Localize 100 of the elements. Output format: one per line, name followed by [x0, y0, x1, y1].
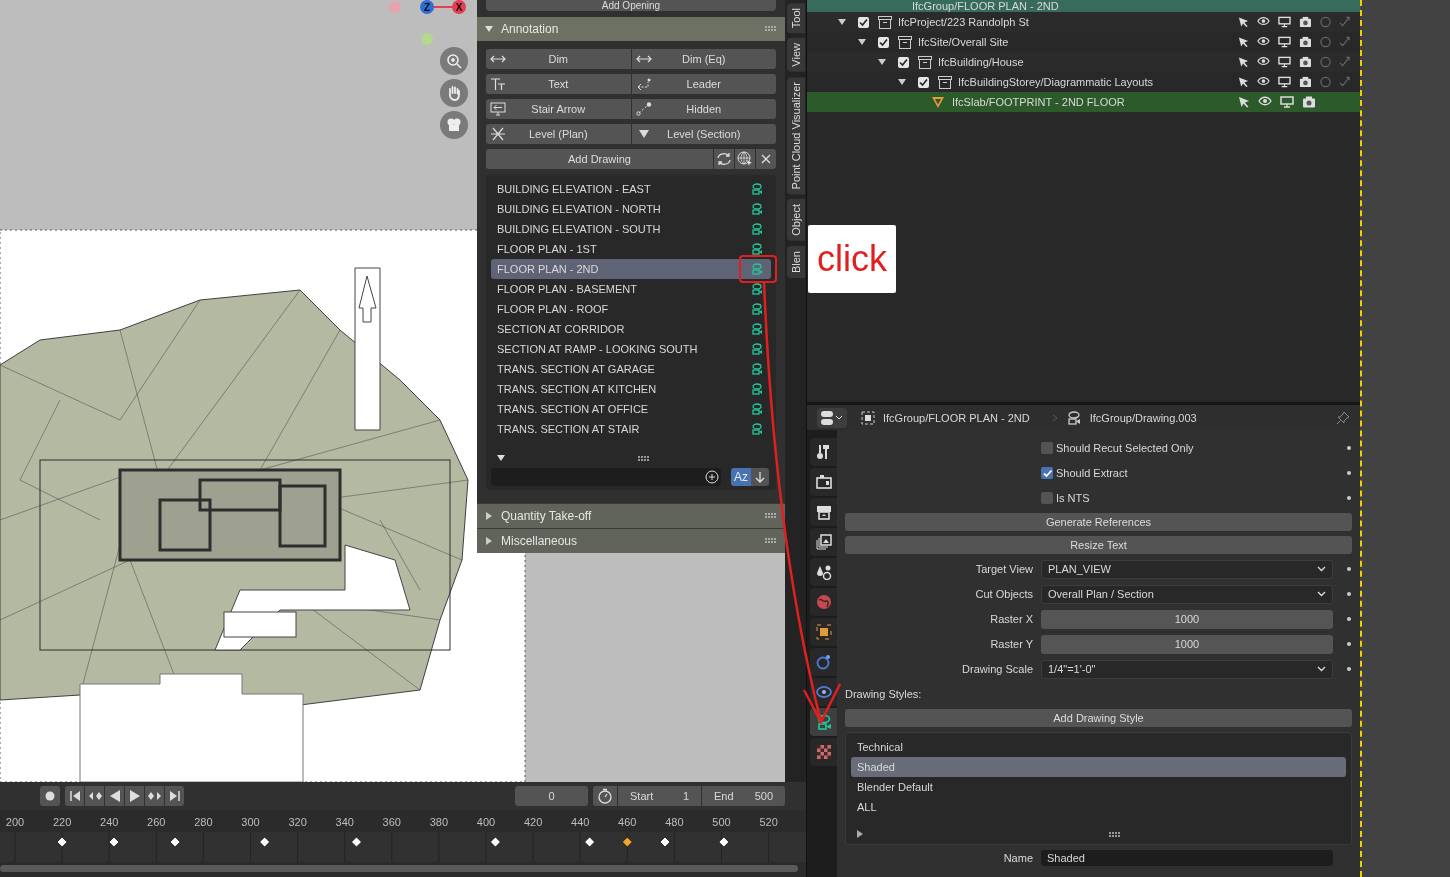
drawing-list-item[interactable]: TRANS. SECTION AT KITCHEN: [491, 379, 771, 399]
drawing-style-item[interactable]: ALL: [851, 797, 1346, 817]
close-button[interactable]: [756, 149, 776, 169]
properties-tab[interactable]: [810, 528, 837, 556]
circle-icon[interactable]: [1319, 16, 1331, 28]
expand-triangle-icon[interactable]: [858, 38, 866, 46]
properties-tab[interactable]: [810, 618, 837, 646]
dropdown[interactable]: 1/4"=1'-0": [1041, 659, 1333, 679]
record-button[interactable]: [40, 786, 60, 806]
checkbox[interactable]: [918, 76, 929, 88]
cursor-icon[interactable]: [1238, 56, 1250, 68]
properties-tab[interactable]: [810, 438, 837, 466]
checkmark-icon[interactable]: [1338, 76, 1350, 88]
drawing-list-item[interactable]: SECTION AT RAMP - LOOKING SOUTH: [491, 339, 771, 359]
number-field[interactable]: 1000: [1041, 609, 1333, 629]
grip-icon[interactable]: [765, 26, 777, 32]
animate-dot[interactable]: [1347, 642, 1351, 646]
name-field[interactable]: Shaded: [1041, 850, 1333, 866]
panel-header[interactable]: Annotation: [477, 17, 785, 41]
sidebar-tab[interactable]: Blen: [786, 246, 805, 279]
eye-icon[interactable]: [1257, 76, 1270, 86]
checkbox[interactable]: [1041, 442, 1053, 454]
action-button[interactable]: Resize Text: [845, 536, 1352, 554]
monitor-icon[interactable]: [1280, 96, 1294, 108]
viewport[interactable]: [0, 0, 806, 782]
grip-icon[interactable]: [765, 538, 777, 544]
axis-dot[interactable]: [389, 1, 401, 13]
tool-button[interactable]: Leader: [631, 74, 776, 94]
sidebar-tab[interactable]: Object: [786, 199, 805, 242]
outliner-row[interactable]: IfcGroup/FLOOR PLAN - 2ND: [807, 0, 1360, 12]
circle-icon[interactable]: [1319, 36, 1331, 48]
monitor-icon[interactable]: [1278, 56, 1291, 68]
eye-icon[interactable]: [1257, 56, 1270, 66]
checkbox[interactable]: [1041, 467, 1053, 479]
cursor-icon[interactable]: [1238, 36, 1250, 48]
tool-button[interactable]: Dim (Eq): [631, 49, 776, 69]
axis-ball[interactable]: Z: [420, 0, 434, 14]
drawing-list-item[interactable]: FLOOR PLAN - ROOF: [491, 299, 771, 319]
tool-button[interactable]: Level (Plan): [486, 124, 631, 144]
expand-triangle-icon[interactable]: [878, 58, 886, 66]
add-opening-button[interactable]: Add Opening: [486, 0, 776, 11]
drawing-list-item[interactable]: TRANS. SECTION AT STAIR: [491, 419, 771, 439]
globe-button[interactable]: [735, 149, 755, 169]
expand-triangle-icon[interactable]: [857, 830, 863, 838]
sidebar-tab[interactable]: Tool: [786, 3, 805, 34]
animate-dot[interactable]: [1347, 592, 1351, 596]
current-frame-field[interactable]: 0: [515, 786, 588, 806]
play-button[interactable]: [125, 786, 144, 806]
sort-order-button[interactable]: [751, 468, 769, 486]
outliner-row[interactable]: IfcBuildingStorey/Diagrammatic Layouts: [807, 72, 1360, 92]
animate-dot[interactable]: [1347, 471, 1351, 475]
circle-icon[interactable]: [1319, 76, 1331, 88]
animate-dot[interactable]: [1347, 496, 1351, 500]
drawing-list-item[interactable]: FLOOR PLAN - 1ST: [491, 239, 771, 259]
number-field[interactable]: 1000: [1041, 634, 1333, 654]
sort-toggle[interactable]: Az: [731, 468, 751, 486]
dropdown[interactable]: Overall Plan / Section: [1041, 584, 1333, 604]
drawing-list-item[interactable]: BUILDING ELEVATION - NORTH: [491, 199, 771, 219]
tool-button[interactable]: Dim: [486, 49, 631, 69]
filter-field[interactable]: [491, 468, 721, 486]
checkbox[interactable]: [858, 16, 869, 28]
drawing-list-item[interactable]: TRANS. SECTION AT GARAGE: [491, 359, 771, 379]
eye-icon[interactable]: [1258, 96, 1272, 106]
sidebar-tab[interactable]: Point Cloud Visualizer: [786, 76, 805, 195]
axis-dot[interactable]: [421, 33, 433, 45]
drawing-style-item[interactable]: Shaded: [851, 757, 1346, 777]
expand-triangle-icon[interactable]: [497, 455, 505, 461]
panel-header[interactable]: Quantity Take-off: [477, 503, 785, 528]
expand-triangle-icon[interactable]: [898, 78, 906, 86]
cursor-icon[interactable]: [1238, 76, 1250, 88]
expand-triangle-icon[interactable]: [838, 18, 846, 26]
cursor-icon[interactable]: [1238, 96, 1250, 108]
drawing-list-item[interactable]: BUILDING ELEVATION - SOUTH: [491, 219, 771, 239]
properties-tab[interactable]: [810, 558, 837, 586]
animate-dot[interactable]: [1347, 446, 1351, 450]
grip-icon[interactable]: [638, 455, 650, 461]
tool-button[interactable]: Hidden: [631, 99, 776, 119]
outliner-row[interactable]: IfcSite/Overall Site: [807, 32, 1360, 52]
pan-button[interactable]: [440, 79, 468, 107]
checkbox[interactable]: [1041, 492, 1053, 504]
eye-icon[interactable]: [1257, 36, 1270, 46]
animate-dot[interactable]: [1347, 567, 1351, 571]
properties-tab[interactable]: [810, 468, 837, 496]
axis-ball[interactable]: X: [452, 0, 466, 14]
play-reverse-button[interactable]: [105, 786, 124, 806]
pin-icon[interactable]: [1336, 410, 1350, 425]
checkmark-icon[interactable]: [1338, 56, 1350, 68]
scrollbar[interactable]: [0, 865, 798, 872]
camera-view-button[interactable]: [440, 111, 468, 139]
editor-type-button[interactable]: [817, 407, 847, 428]
checkbox[interactable]: [878, 36, 889, 48]
grip-icon[interactable]: [1109, 831, 1121, 837]
grip-icon[interactable]: [765, 513, 777, 519]
drawing-style-item[interactable]: Technical: [851, 737, 1346, 757]
monitor-icon[interactable]: [1278, 76, 1291, 88]
drawing-list-item[interactable]: FLOOR PLAN - BASEMENT: [491, 279, 771, 299]
tool-button[interactable]: Level (Section): [631, 124, 776, 144]
tool-button[interactable]: Stair Arrow: [486, 99, 631, 119]
refresh-button[interactable]: [714, 149, 734, 169]
zoom-button[interactable]: [440, 47, 468, 75]
